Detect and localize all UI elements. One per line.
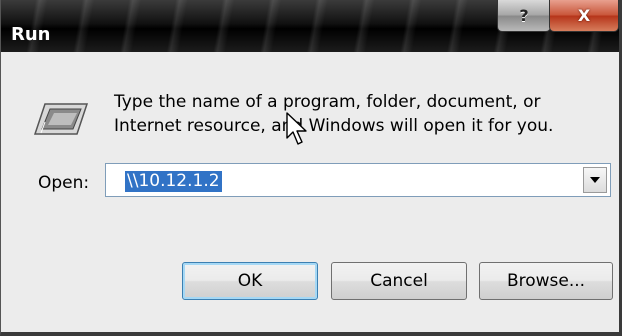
window-title: Run: [11, 24, 51, 45]
dialog-description: Type the name of a program, folder, docu…: [114, 90, 594, 138]
open-label: Open:: [38, 173, 90, 193]
help-icon: ?: [519, 6, 529, 25]
close-icon: X: [577, 6, 591, 25]
cancel-button[interactable]: Cancel: [331, 262, 467, 300]
close-button[interactable]: X: [549, 0, 619, 32]
browse-button[interactable]: Browse...: [479, 262, 613, 300]
run-dialog: Run ? X Type the name of a program, fold…: [0, 0, 622, 336]
open-combobox[interactable]: \\10.12.1.2: [105, 163, 611, 197]
open-input-value[interactable]: \\10.12.1.2: [125, 171, 222, 192]
title-bar[interactable]: Run ? X: [1, 0, 619, 52]
run-icon: [33, 103, 89, 135]
chevron-down-icon: [590, 177, 600, 183]
ok-button[interactable]: OK: [182, 262, 318, 300]
dropdown-button[interactable]: [583, 167, 607, 193]
help-button[interactable]: ?: [497, 0, 551, 32]
description-line-2: Internet resource, and Windows will open…: [114, 116, 554, 136]
mouse-pointer-icon: [286, 112, 307, 145]
description-line-1: Type the name of a program, folder, docu…: [114, 92, 541, 112]
